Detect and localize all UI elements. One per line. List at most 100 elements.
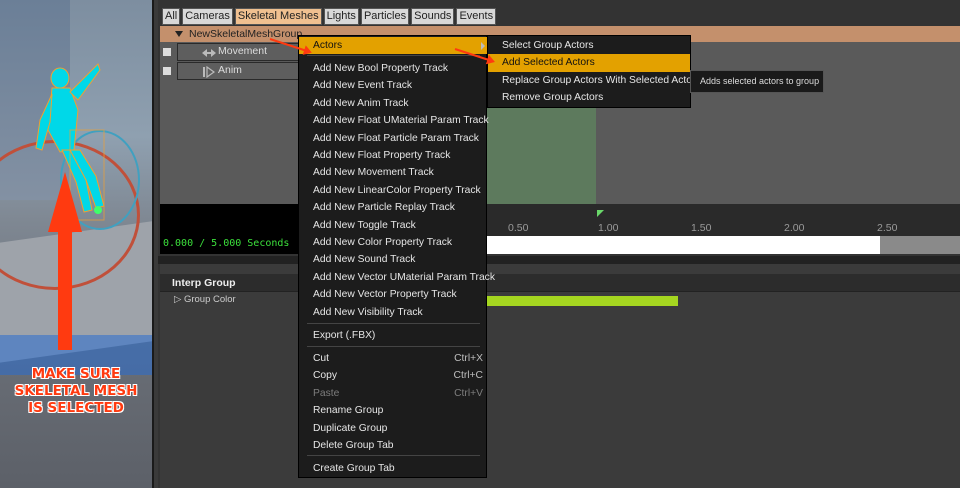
menu-item-add-new-vector-umaterial-param-track[interactable]: Add New Vector UMaterial Param Track <box>299 269 495 286</box>
annotation-arrow-shaft <box>58 230 72 350</box>
menu-item-rename-group[interactable]: Rename Group <box>299 402 486 419</box>
track-label-box[interactable]: Anim <box>177 62 301 80</box>
ruler-tick-label: 1.50 <box>691 222 712 234</box>
menu-separator <box>307 455 480 456</box>
menu-item-label: Add New Bool Property Track <box>313 63 449 74</box>
menu-item-label: Select Group Actors <box>502 40 594 51</box>
actors-submenu: Select Group Actors Add Selected Actors Re… <box>487 35 701 108</box>
anim-icon <box>203 66 216 78</box>
menu-item-label: Delete Group Tab <box>313 440 394 451</box>
section-title: Interp Group <box>172 277 236 289</box>
menu-item-label: Add New Vector UMaterial Param Track <box>313 271 495 283</box>
ruler-tick-label: 2.00 <box>784 222 805 234</box>
menu-item-add-new-vector-property-track[interactable]: Add New Vector Property Track <box>299 286 486 303</box>
menu-item-add-new-particle-replay-track[interactable]: Add New Particle Replay Track <box>299 199 486 216</box>
menu-item-add-new-toggle-track[interactable]: Add New Toggle Track <box>299 217 486 234</box>
menu-item-copy[interactable]: Copy Ctrl+C <box>299 367 486 384</box>
annotation-line: SKELETAL MESH <box>14 383 138 399</box>
timeline-scrollbar-thumb[interactable] <box>486 236 880 254</box>
menu-separator <box>307 55 480 56</box>
tab-skeletal-meshes[interactable]: Skeletal Meshes <box>234 8 322 25</box>
menu-item-label: Add New Anim Track <box>313 97 409 109</box>
tab-events[interactable]: Events <box>456 8 497 25</box>
ruler-tick-label: 2.50 <box>877 222 898 234</box>
menu-item-label: Add New Sound Track <box>313 254 416 266</box>
menu-item-label: Add Selected Actors <box>502 57 595 69</box>
track-label-box[interactable]: Movement <box>177 43 301 61</box>
menu-item-shortcut: Ctrl+X <box>454 353 483 364</box>
menu-item-add-new-color-property-track[interactable]: Add New Color Property Track <box>299 234 486 251</box>
level-viewport[interactable]: MAKE SURE SKELETAL MESH IS SELECTED <box>0 0 152 488</box>
menu-item-create-group-tab[interactable]: Create Group Tab <box>299 460 486 477</box>
panel-divider[interactable] <box>158 256 960 264</box>
playhead-marker-icon[interactable] <box>597 210 604 217</box>
menu-item-duplicate-group[interactable]: Duplicate Group <box>299 420 486 437</box>
menu-item-add-new-event-track[interactable]: Add New Event Track <box>299 77 486 94</box>
menu-item-delete-group-tab[interactable]: Delete Group Tab <box>299 437 486 454</box>
group-filter-tabs: All Cameras Skeletal Meshes Lights Parti… <box>162 8 497 26</box>
tooltip: Adds selected actors to group <box>690 70 824 93</box>
details-section-header[interactable]: Interp Group <box>160 274 960 292</box>
group-name: NewSkeletalMeshGroup <box>189 28 303 40</box>
menu-item-label: Remove Group Actors <box>502 92 604 104</box>
track-checkbox[interactable] <box>163 67 171 75</box>
menu-item-label: Add New Event Track <box>313 80 413 92</box>
ruler-tick-label: 0.50 <box>508 222 529 234</box>
submenu-item-add-selected-actors[interactable]: Add Selected Actors <box>488 54 690 72</box>
menu-item-shortcut: Ctrl+C <box>453 370 483 382</box>
menu-item-shortcut: Ctrl+V <box>454 387 483 399</box>
submenu-item-select-group-actors[interactable]: Select Group Actors <box>488 37 690 54</box>
menu-item-add-new-movement-track[interactable]: Add New Movement Track <box>299 164 486 181</box>
menu-item-label: Add New Movement Track <box>313 167 434 179</box>
tab-cameras[interactable]: Cameras <box>182 8 233 25</box>
track-name: Anim <box>218 64 242 76</box>
menu-item-label: Duplicate Group <box>313 422 388 434</box>
menu-item-paste[interactable]: Paste Ctrl+V <box>299 385 486 402</box>
menu-separator <box>307 322 480 324</box>
menu-item-add-new-visibility-track[interactable]: Add New Visibility Track <box>299 304 486 321</box>
submenu-item-replace-group-actors-with-selected-actors[interactable]: Replace Group Actors With Selected Actor… <box>488 72 701 89</box>
annotation-line: IS SELECTED <box>28 400 124 416</box>
menu-item-add-new-anim-track[interactable]: Add New Anim Track <box>299 95 486 112</box>
group-color-swatch[interactable] <box>486 296 678 306</box>
menu-item-label: Add New LinearColor Property Track <box>313 184 481 196</box>
menu-item-add-new-float-property-track[interactable]: Add New Float Property Track <box>299 147 486 164</box>
menu-item-label: Add New Vector Property Track <box>313 289 457 301</box>
tab-lights[interactable]: Lights <box>323 8 359 25</box>
menu-item-add-new-linearcolor-property-track[interactable]: Add New LinearColor Property Track <box>299 182 486 199</box>
tab-particles[interactable]: Particles <box>360 8 410 25</box>
menu-item-label: Add New Float UMaterial Param Track <box>313 115 489 127</box>
group-context-menu: Actors Add New Bool Property Track Add New… <box>298 35 495 478</box>
menu-item-label: Replace Group Actors With Selected Actor… <box>502 74 701 86</box>
property-label: Group Color <box>183 294 236 305</box>
menu-item-label: Add New Visibility Track <box>313 306 423 318</box>
menu-item-label: Add New Float Particle Param Track <box>313 132 479 144</box>
menu-item-label: Add New Float Property Track <box>313 150 451 161</box>
movement-icon <box>202 49 216 57</box>
track-name: Movement <box>218 45 268 57</box>
menu-item-add-new-sound-track[interactable]: Add New Sound Track <box>299 251 486 268</box>
tab-sounds[interactable]: Sounds <box>411 8 455 25</box>
menu-item-label: Cut <box>313 353 330 364</box>
menu-item-cut[interactable]: Cut Ctrl+X <box>299 350 486 367</box>
submenu-arrow-icon <box>481 42 485 50</box>
annotation-arrow-head <box>48 172 82 232</box>
track-checkbox[interactable] <box>163 48 171 56</box>
tab-all[interactable]: All <box>162 8 181 25</box>
annotation-line: MAKE SURE <box>31 366 121 382</box>
annotation-caption: MAKE SURE SKELETAL MESH IS SELECTED <box>0 366 152 417</box>
timeline-scrollbar-track[interactable] <box>880 236 960 254</box>
menu-item-label: Add New Toggle Track <box>313 219 416 231</box>
menu-item-label: Create Group Tab <box>313 463 395 474</box>
group-color-property[interactable]: ▷ Group Color <box>174 294 236 305</box>
menu-separator <box>307 345 480 347</box>
menu-item-label: Add New Particle Replay Track <box>313 202 455 214</box>
submenu-item-remove-group-actors[interactable]: Remove Group Actors <box>488 89 690 106</box>
menu-item-label: Actors <box>313 40 343 51</box>
collapse-triangle-icon[interactable] <box>175 31 183 37</box>
menu-item-add-new-float-particle-param-track[interactable]: Add New Float Particle Param Track <box>299 130 486 147</box>
menu-item-export-fbx[interactable]: Export (.FBX) <box>299 327 486 344</box>
menu-item-add-new-bool-property-track[interactable]: Add New Bool Property Track <box>299 60 486 77</box>
menu-item-label: Export (.FBX) <box>313 330 376 341</box>
menu-item-add-new-float-umaterial-param-track[interactable]: Add New Float UMaterial Param Track <box>299 112 489 129</box>
